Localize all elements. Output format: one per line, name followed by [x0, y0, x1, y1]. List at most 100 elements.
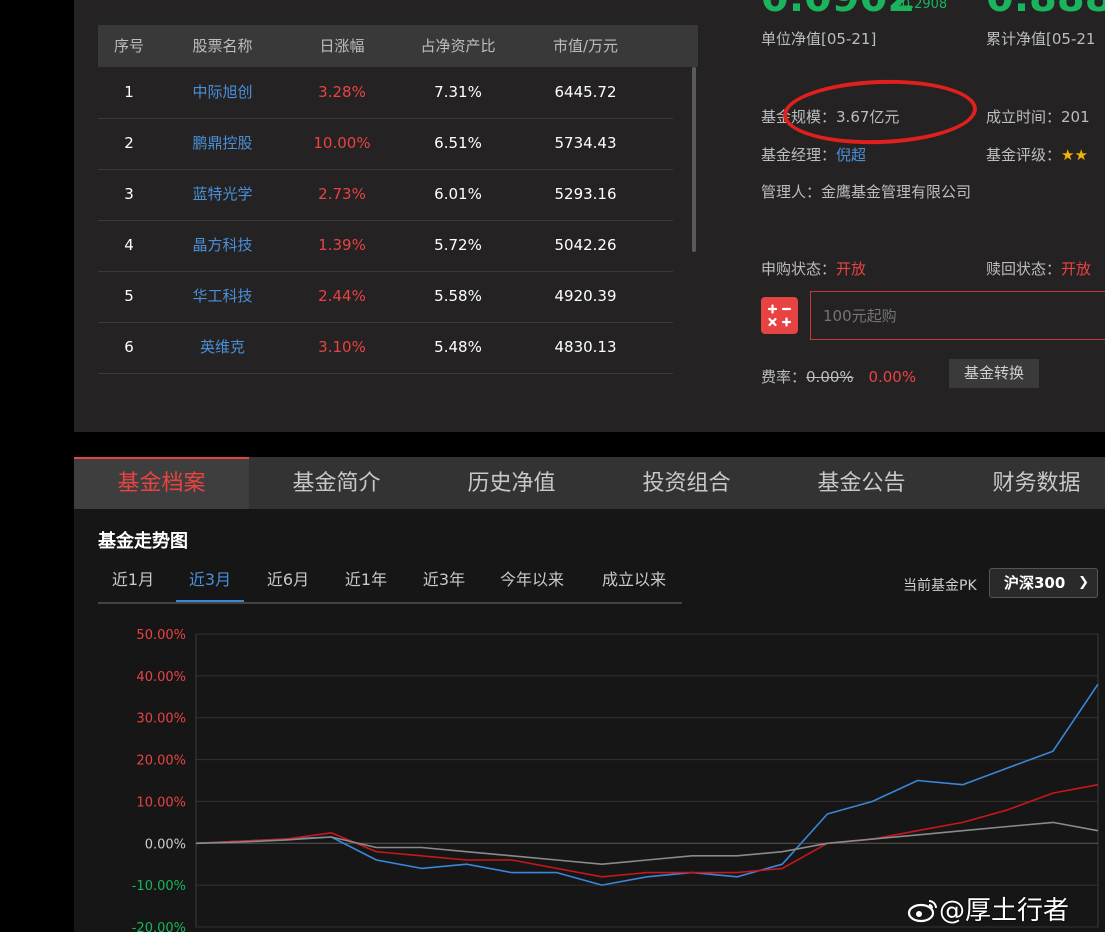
watermark: @厚土行者 — [907, 890, 1069, 927]
fund-rating: 基金评级：★★ — [986, 144, 1088, 165]
redeem-status-value: 开放 — [1061, 260, 1092, 278]
range-tab-1y[interactable]: 近1年 — [332, 562, 400, 600]
tab-fund-intro[interactable]: 基金简介 — [249, 457, 424, 509]
redeem-status: 赎回状态：开放 — [986, 258, 1091, 279]
rating-star-icon: ★★ — [1061, 146, 1088, 164]
stock-name-link[interactable]: 晶方科技 — [160, 220, 285, 271]
fund-manager-label: 基金经理： — [761, 146, 837, 164]
stock-name-link[interactable]: 鹏鼎控股 — [160, 118, 285, 169]
net-asset-ratio: 5.58% — [434, 287, 482, 305]
unit-nav-value: 0.0902 — [761, 0, 915, 21]
purchase-status: 申购状态：开放 — [761, 258, 866, 279]
stock-name-link[interactable]: 蓝特光学 — [160, 169, 285, 220]
header-stock-name: 股票名称 — [192, 37, 253, 55]
market-value: 6445.72 — [554, 83, 617, 101]
daily-change: 2.73% — [318, 185, 366, 203]
weibo-logo-icon — [907, 897, 939, 923]
purchase-status-label: 申购状态： — [761, 260, 837, 278]
tab-history-nav[interactable]: 历史净值 — [424, 457, 599, 509]
fee-rate: 费率：0.00% 0.00% — [761, 366, 916, 387]
range-tab-6m[interactable]: 近6月 — [254, 562, 322, 600]
table-row[interactable]: 4 晶方科技 1.39% 5.72% 5042.26 — [98, 220, 673, 272]
chart-title: 基金走势图 — [98, 531, 188, 552]
header-market-value: 市值/万元 — [552, 37, 619, 55]
chart-series — [195, 683, 1099, 886]
y-tick-label: 0.00% — [145, 837, 186, 852]
net-asset-ratio: 6.01% — [434, 185, 482, 203]
row-no: 3 — [124, 185, 134, 203]
fund-convert-button[interactable]: 基金转换 — [949, 359, 1039, 388]
market-value: 4830.13 — [554, 338, 617, 356]
market-value: 5293.16 — [554, 185, 617, 203]
y-tick-label: 40.00% — [136, 670, 186, 685]
stock-name-link[interactable]: 英维克 — [160, 322, 285, 373]
series-line-0 — [195, 683, 1099, 886]
market-value: 5042.26 — [554, 236, 617, 254]
fund-manager-link[interactable]: 倪超 — [836, 146, 866, 164]
established-date: 成立时间：201 — [986, 108, 1090, 126]
daily-change: 10.00% — [313, 134, 371, 152]
fund-manager: 基金经理：倪超 — [761, 144, 866, 165]
table-row[interactable]: 1 中际旭创 3.28% 7.31% 6445.72 — [98, 67, 673, 119]
table-row[interactable]: 6 英维克 3.10% 5.48% 4830.13 — [98, 322, 673, 374]
fund-company: 管理人：金鹰基金管理有限公司 — [761, 183, 972, 201]
tab-fund-profile[interactable]: 基金档案 — [74, 457, 249, 509]
y-tick-label: 50.00% — [136, 628, 186, 643]
pk-selected-value: 沪深300 — [1004, 574, 1066, 592]
unit-nav-label: 单位净值[05-21] — [761, 30, 877, 48]
purchase-status-value: 开放 — [836, 260, 867, 278]
fund-rating-label: 基金评级： — [986, 146, 1062, 164]
y-tick-label: 10.00% — [136, 795, 186, 810]
fee-current: 0.00% — [868, 368, 917, 386]
market-value: 4920.39 — [554, 287, 617, 305]
daily-change: 1.39% — [318, 236, 366, 254]
table-row[interactable]: 2 鹏鼎控股 10.00% 6.51% 5734.43 — [98, 118, 673, 170]
stock-name-link[interactable]: 华工科技 — [160, 271, 285, 322]
range-tab-3m[interactable]: 近3月 — [176, 562, 244, 602]
range-tab-3y[interactable]: 近3年 — [410, 562, 478, 600]
row-no: 1 — [124, 83, 134, 101]
y-tick-label: 20.00% — [136, 754, 186, 769]
row-no: 4 — [124, 236, 134, 254]
calculator-icon[interactable] — [761, 297, 798, 334]
tab-financial-data[interactable]: 财务数据 — [949, 457, 1105, 509]
chevron-down-icon: ❯ — [1078, 575, 1089, 590]
fund-tabs: 基金档案 基金简介 历史净值 投资组合 基金公告 财务数据 — [74, 457, 1105, 509]
range-tab-1m[interactable]: 近1月 — [98, 562, 168, 600]
fee-original: 0.00% — [806, 368, 854, 386]
net-asset-ratio: 5.72% — [434, 236, 482, 254]
plot-frame — [195, 633, 1099, 928]
row-no: 5 — [124, 287, 134, 305]
row-no: 2 — [124, 134, 134, 152]
net-asset-ratio: 6.51% — [434, 134, 482, 152]
table-row[interactable]: 5 华工科技 2.44% 5.58% 4920.39 — [98, 271, 673, 323]
header-net-asset-ratio: 占净资产比 — [420, 37, 496, 55]
y-tick-label: 30.00% — [136, 712, 186, 727]
table-row[interactable]: 3 蓝特光学 2.73% 6.01% 5293.16 — [98, 169, 673, 221]
daily-change: 3.28% — [318, 83, 366, 101]
tab-portfolio[interactable]: 投资组合 — [599, 457, 774, 509]
cum-nav-label: 累计净值[05-21 — [986, 30, 1096, 48]
fee-label: 费率： — [761, 368, 807, 386]
purchase-amount-input[interactable] — [810, 291, 1105, 340]
daily-change: 3.10% — [318, 338, 366, 356]
y-tick-label: -20.00% — [132, 921, 186, 932]
range-tab-since-inception[interactable]: 成立以来 — [590, 562, 678, 600]
chart-grid — [195, 633, 1099, 928]
unit-nav-change: -0.2908 — [897, 0, 948, 12]
range-tabs: 近1月 近3月 近6月 近1年 近3年 今年以来 成立以来 — [98, 562, 682, 604]
holdings-scrollbar[interactable] — [692, 67, 696, 252]
cum-nav-value: 0.8887 — [986, 0, 1105, 21]
tab-announcements[interactable]: 基金公告 — [774, 457, 949, 509]
y-axis-ticks: 50.00% 40.00% 30.00% 20.00% 10.00% 0.00% -10.0… — [132, 628, 186, 932]
pk-benchmark-select[interactable]: 沪深300 ❯ — [989, 568, 1098, 598]
daily-change: 2.44% — [318, 287, 366, 305]
market-value: 5734.43 — [554, 134, 617, 152]
holdings-header-row: 序号 股票名称 日涨幅 占净资产比 市值/万元 — [98, 25, 698, 67]
redeem-status-label: 赎回状态： — [986, 260, 1062, 278]
header-daily-change: 日涨幅 — [319, 37, 365, 55]
range-tab-ytd[interactable]: 今年以来 — [488, 562, 576, 600]
net-asset-ratio: 5.48% — [434, 338, 482, 356]
stock-name-link[interactable]: 中际旭创 — [160, 67, 285, 118]
net-asset-ratio: 7.31% — [434, 83, 482, 101]
